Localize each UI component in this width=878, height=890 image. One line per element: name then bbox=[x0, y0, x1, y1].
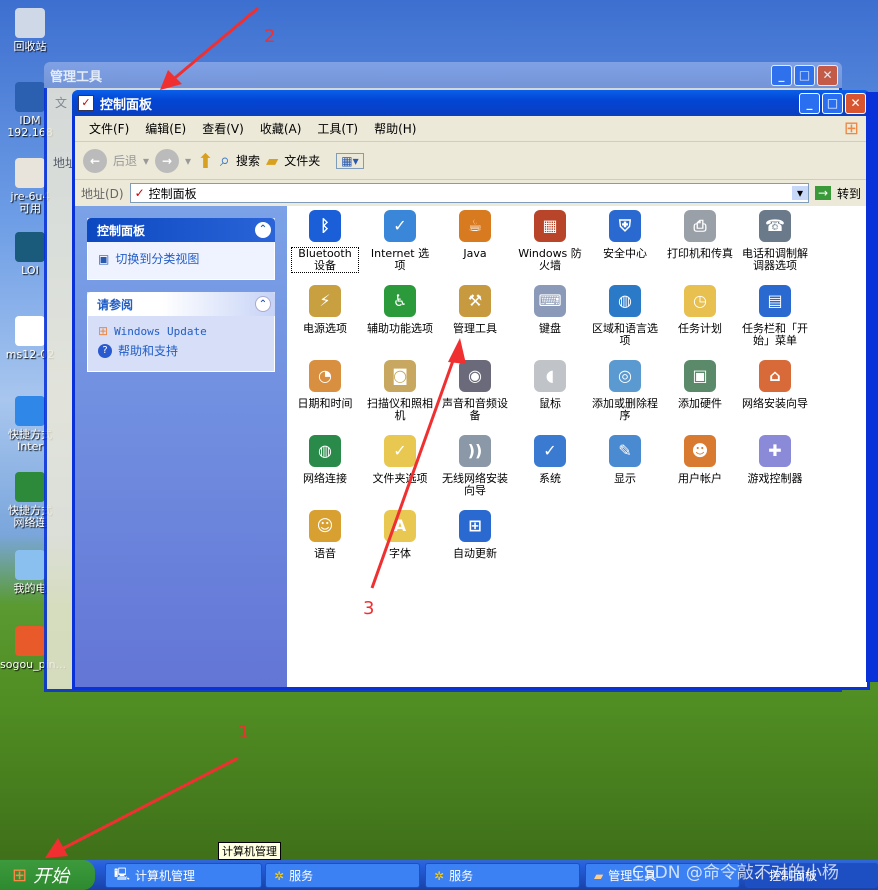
gears-icon: ✲ bbox=[434, 868, 445, 883]
arrow-2 bbox=[169, 6, 259, 84]
annotation-1: 1 bbox=[238, 722, 250, 743]
arrow-1 bbox=[59, 756, 239, 852]
taskbar-button-services-2[interactable]: ✲ 服务 bbox=[425, 863, 580, 888]
annotation-3: 3 bbox=[363, 598, 375, 619]
taskbar-button-services[interactable]: ✲ 服务 bbox=[265, 863, 420, 888]
folder-icon: ▰ bbox=[594, 868, 604, 883]
button-label: 计算机管理 bbox=[135, 869, 196, 883]
tooltip: 计算机管理 bbox=[218, 842, 281, 860]
button-label: 服务 bbox=[289, 869, 314, 883]
computer-icon: 🖳 bbox=[114, 867, 131, 881]
watermark: CSDN @命令敲不对的小杨 bbox=[632, 863, 839, 883]
taskbar-button-computer-management[interactable]: 🖳 计算机管理 bbox=[105, 863, 262, 888]
arrowhead-3 bbox=[448, 338, 466, 364]
start-button[interactable]: ⊞ 开始 bbox=[0, 860, 95, 890]
windows-logo-icon: ⊞ bbox=[12, 864, 28, 886]
arrow-3 bbox=[370, 354, 457, 589]
annotation-2: 2 bbox=[264, 26, 276, 47]
button-label: 服务 bbox=[449, 869, 474, 883]
gears-icon: ✲ bbox=[274, 868, 285, 883]
annotation-arrows bbox=[45, 6, 466, 858]
start-label: 开始 bbox=[33, 866, 70, 887]
